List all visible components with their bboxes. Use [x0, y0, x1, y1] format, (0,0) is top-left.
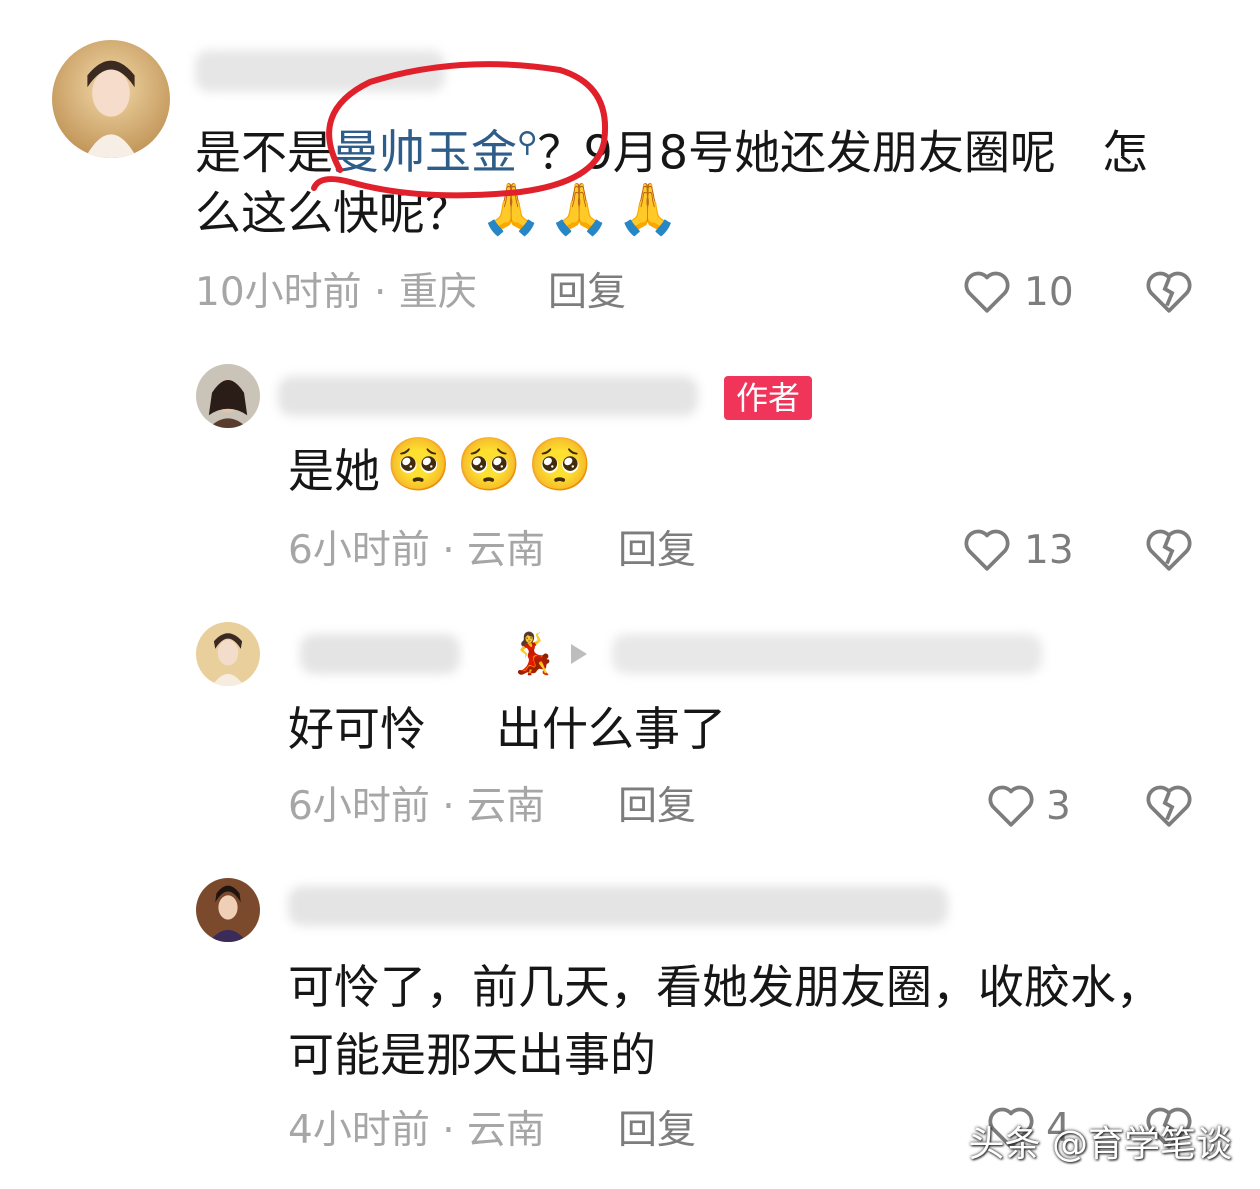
username-blurred[interactable] — [288, 886, 948, 926]
avatar[interactable] — [52, 40, 170, 158]
avatar[interactable] — [196, 364, 260, 428]
avatar[interactable] — [196, 622, 260, 686]
red-circle-annotation — [311, 61, 608, 199]
author-badge: 作者 — [724, 376, 813, 420]
dancer-emoji: 💃 — [508, 631, 558, 677]
dislike-icon[interactable] — [1144, 526, 1194, 572]
dislike-icon[interactable] — [1144, 268, 1194, 314]
comment-meta: 6小时前 · 云南 — [288, 528, 546, 573]
pleading-emoji: 🥺 — [456, 435, 522, 495]
reply-button[interactable]: 回复 — [618, 1106, 696, 1156]
comment-text: 是她 — [288, 444, 380, 498]
user-signature-blurred — [612, 634, 1042, 674]
comment-meta: 10小时前 · 重庆 — [195, 270, 477, 315]
like-count: 10 — [1024, 270, 1074, 315]
pray-emoji: 🙏 — [616, 180, 679, 238]
comment-meta: 4小时前 · 云南 — [288, 1108, 546, 1153]
heart-icon[interactable] — [962, 268, 1012, 314]
comment-text: 可怜了，前几天，看她发朋友圈，收胶水， — [288, 960, 1162, 1014]
heart-icon[interactable] — [962, 526, 1012, 572]
comment-text-line2: 可能是那天出事的 — [288, 1028, 656, 1082]
play-icon — [571, 644, 587, 664]
avatar[interactable] — [196, 878, 260, 942]
reply-button[interactable]: 回复 — [548, 268, 626, 318]
emoji-row: 🥺 🥺 🥺 — [386, 434, 592, 495]
reply-button[interactable]: 回复 — [618, 782, 696, 832]
pleading-emoji: 🥺 — [527, 435, 593, 495]
like-count: 13 — [1024, 528, 1074, 573]
pleading-emoji: 🥺 — [386, 435, 451, 495]
comment-text: 好可怜 出什么事了 — [288, 702, 726, 756]
dislike-icon[interactable] — [1144, 782, 1194, 828]
heart-icon[interactable] — [986, 782, 1036, 828]
watermark: 头条 @育学笔谈 — [968, 1124, 1232, 1165]
comment-meta: 6小时前 · 云南 — [288, 784, 546, 829]
reply-button[interactable]: 回复 — [618, 526, 696, 576]
like-count: 3 — [1046, 784, 1071, 829]
username-blurred[interactable] — [300, 634, 460, 674]
username-blurred[interactable] — [278, 376, 698, 416]
